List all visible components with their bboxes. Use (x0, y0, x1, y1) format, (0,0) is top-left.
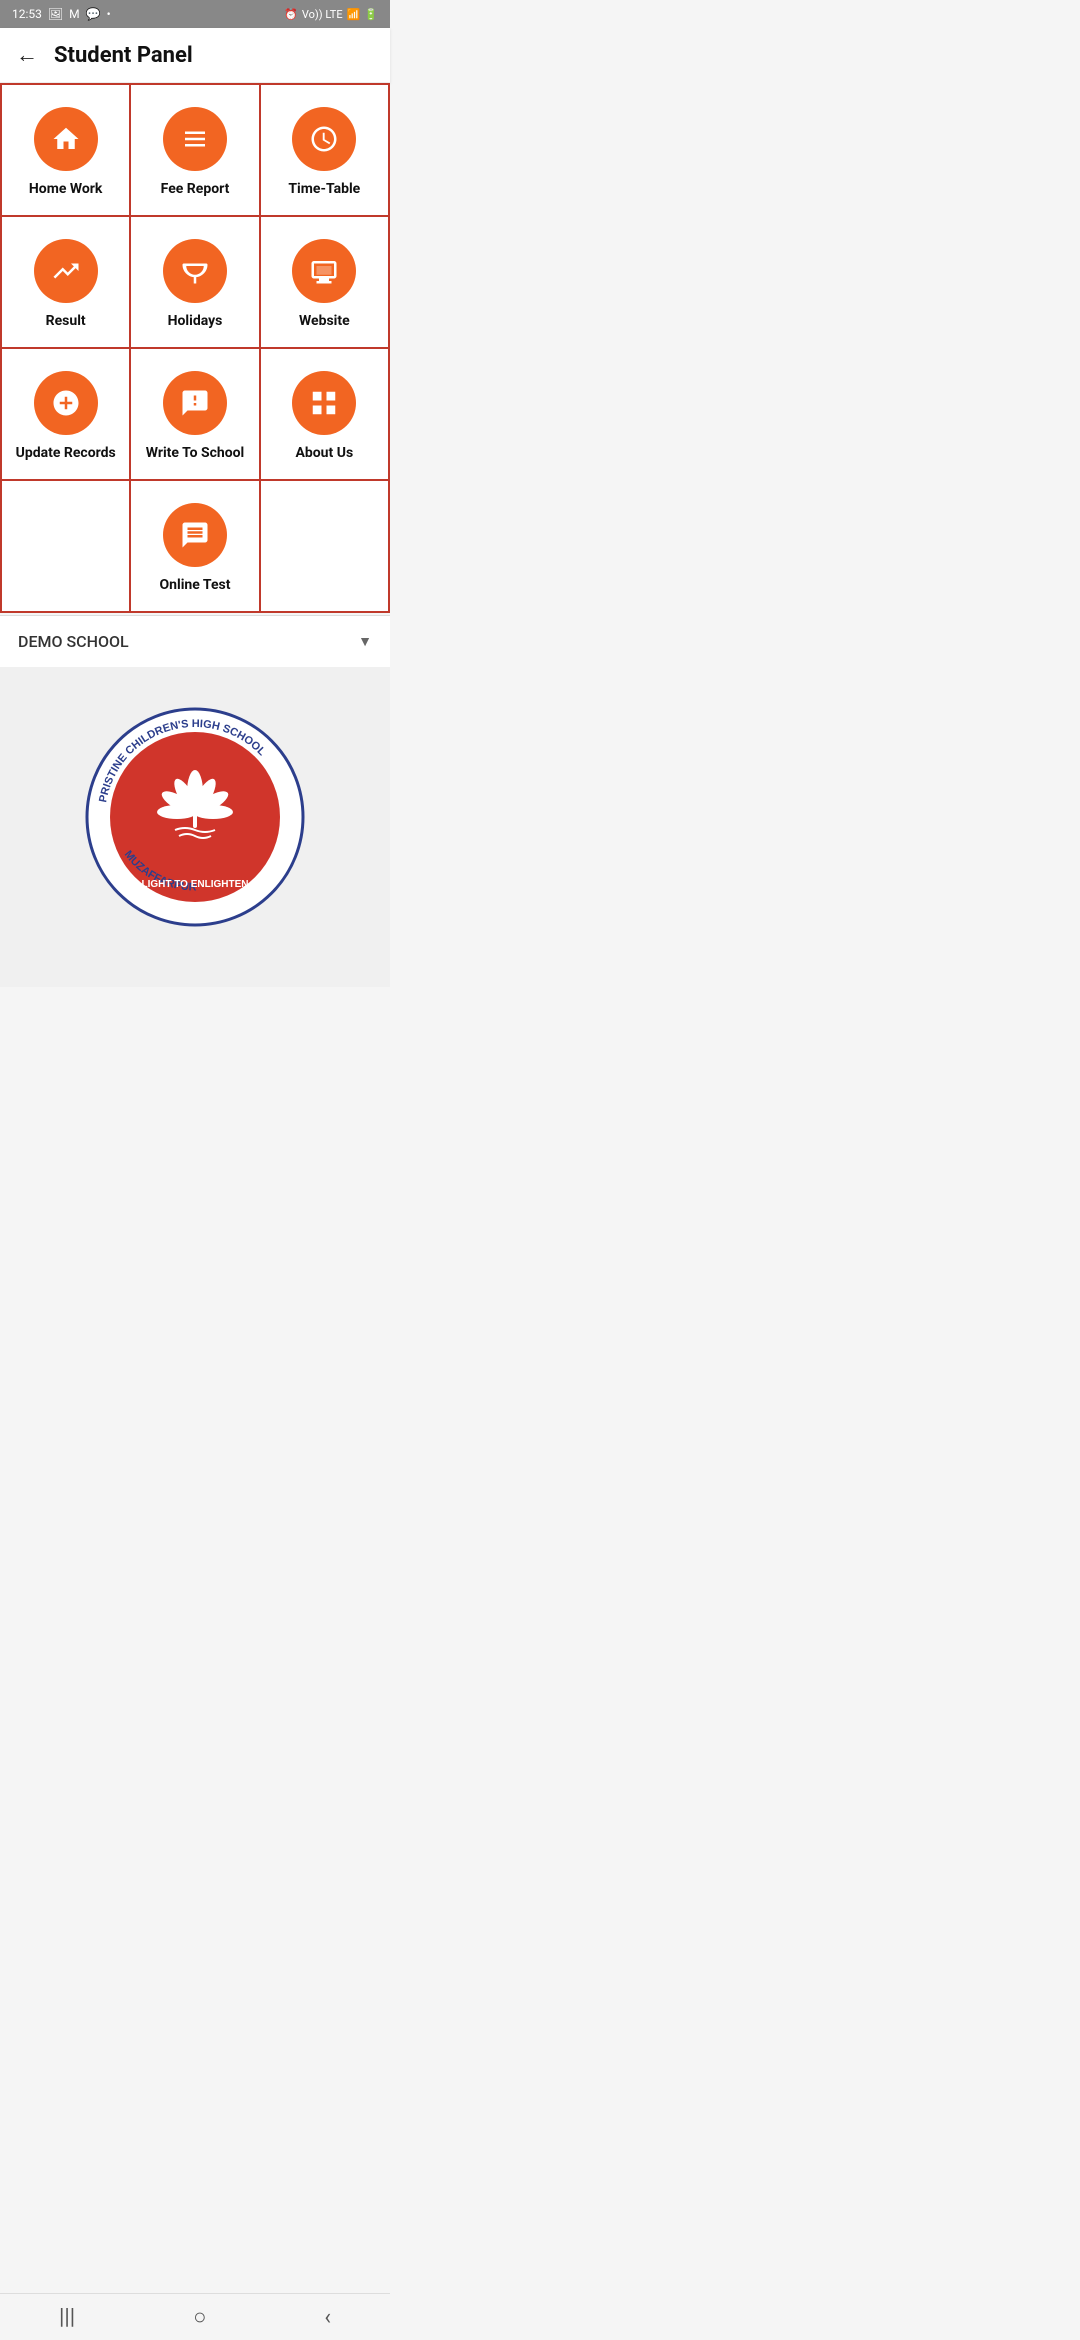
writetoschool-icon-circle (163, 371, 227, 435)
grid-item-feereport[interactable]: Fee Report (131, 85, 260, 217)
alarm-icon: ⏰ (284, 8, 298, 21)
updaterecords-icon-circle (34, 371, 98, 435)
grid-item-aboutus[interactable]: About Us (261, 349, 390, 481)
signal-text: Vo)) LTE (302, 8, 343, 21)
dropdown-arrow-icon: ▼ (358, 633, 372, 650)
menu-grid: Home Work Fee Report Time-Table Result (0, 83, 390, 613)
grid-item-timetable[interactable]: Time-Table (261, 85, 390, 217)
status-bar: 12:53 🖼 M 💬 • ⏰ Vo)) LTE 📶 🔋 (0, 0, 390, 28)
onlinetest-icon-circle (163, 503, 227, 567)
result-label: Result (46, 313, 86, 329)
svg-text:LIGHT TO ENLIGHTEN: LIGHT TO ENLIGHTEN (141, 879, 248, 890)
school-selector[interactable]: DEMO SCHOOL ▼ (0, 615, 390, 667)
status-left: 12:53 🖼 M 💬 • (12, 7, 111, 21)
timetable-label: Time-Table (288, 181, 360, 197)
monitor-icon (309, 256, 339, 286)
grid-icon (309, 388, 339, 418)
grid-item-holidays[interactable]: Holidays (131, 217, 260, 349)
feereport-icon-circle (163, 107, 227, 171)
grid-item-empty1 (2, 481, 131, 613)
grid-item-updaterecords[interactable]: Update Records (2, 349, 131, 481)
holidays-icon-circle (163, 239, 227, 303)
home-icon (51, 124, 81, 154)
website-label: Website (299, 313, 350, 329)
grid-item-website[interactable]: Website (261, 217, 390, 349)
dot-indicator: • (107, 7, 111, 21)
back-button[interactable]: ← (16, 42, 38, 68)
page-title: Student Panel (54, 43, 193, 68)
wifi-icon: 📶 (347, 8, 361, 21)
gmail-icon: M (69, 7, 79, 21)
writetoschool-label: Write To School (146, 445, 245, 461)
updaterecords-label: Update Records (16, 445, 116, 461)
grid-item-onlinetest[interactable]: Online Test (131, 481, 260, 613)
school-logo: PRISTINE CHILDREN'S HIGH SCHOOL MUZAFFAR… (85, 707, 305, 927)
clock-icon (309, 124, 339, 154)
umbrella-icon (180, 256, 210, 286)
battery-icon: 🔋 (364, 8, 378, 21)
receipt-icon (180, 124, 210, 154)
grid-item-homework[interactable]: Home Work (2, 85, 131, 217)
header: ← Student Panel (0, 28, 390, 83)
onlinetest-label: Online Test (160, 577, 231, 593)
nav-back-icon[interactable]: ||| (59, 2305, 75, 2330)
time: 12:53 (12, 7, 42, 21)
grid-item-writetoschool[interactable]: Write To School (131, 349, 260, 481)
timetable-icon-circle (292, 107, 356, 171)
nav-home-icon[interactable]: ○ (193, 2304, 206, 2330)
grid-item-empty2 (261, 481, 390, 613)
plus-circle-icon (51, 388, 81, 418)
aboutus-label: About Us (295, 445, 353, 461)
grid-item-result[interactable]: Result (2, 217, 131, 349)
result-icon-circle (34, 239, 98, 303)
nav-recents-icon[interactable]: ‹ (324, 2305, 331, 2330)
holidays-label: Holidays (168, 313, 223, 329)
school-name: DEMO SCHOOL (18, 632, 129, 651)
homework-label: Home Work (29, 181, 103, 197)
gallery-icon: 🖼 (48, 7, 63, 21)
status-right: ⏰ Vo)) LTE 📶 🔋 (284, 8, 378, 21)
nav-bar: ||| ○ ‹ (0, 2293, 390, 2340)
chat-quiz-icon (180, 520, 210, 550)
logo-section: PRISTINE CHILDREN'S HIGH SCHOOL MUZAFFAR… (0, 667, 390, 987)
message-icon: 💬 (86, 7, 101, 21)
website-icon-circle (292, 239, 356, 303)
feereport-label: Fee Report (161, 181, 230, 197)
homework-icon-circle (34, 107, 98, 171)
trending-up-icon (51, 256, 81, 286)
message-alert-icon (180, 388, 210, 418)
aboutus-icon-circle (292, 371, 356, 435)
